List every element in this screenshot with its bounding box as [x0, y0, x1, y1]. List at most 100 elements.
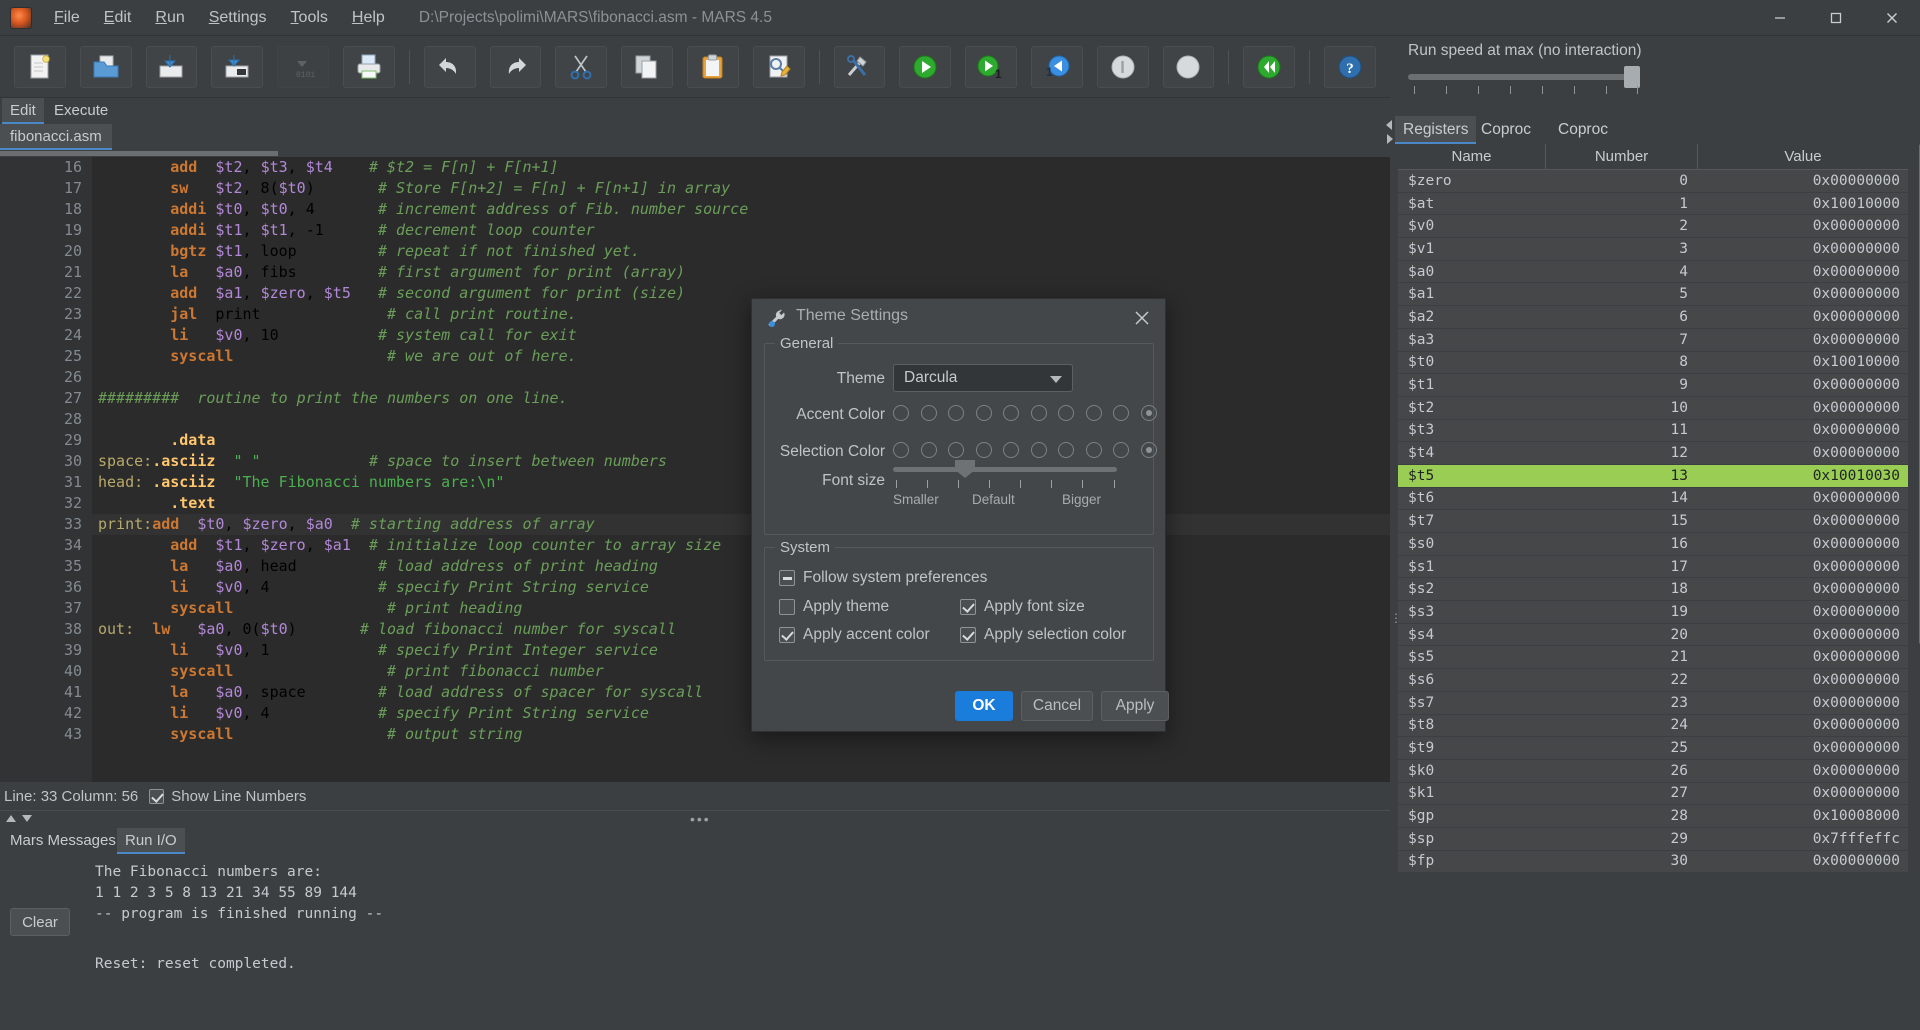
close-icon[interactable]: [1864, 0, 1920, 36]
color-radio-option[interactable]: [975, 442, 992, 458]
code-line[interactable]: li $v0, 4 # specify Print String service: [92, 577, 1390, 598]
splitter-down-arrow-icon[interactable]: [22, 815, 32, 822]
register-row[interactable]: $s7 23 0x00000000: [1398, 691, 1908, 715]
apply-accent-color-checkbox[interactable]: [779, 627, 795, 643]
code-line[interactable]: print:add $t0, $zero, $a0 # starting add…: [92, 514, 1390, 535]
register-row[interactable]: $v1 3 0x00000000: [1398, 238, 1908, 261]
cut-icon[interactable]: [555, 45, 608, 88]
font-size-slider-track[interactable]: [893, 467, 1117, 472]
copy-icon[interactable]: [621, 45, 673, 88]
color-radio-option[interactable]: [920, 442, 937, 458]
clear-button[interactable]: Clear: [10, 908, 70, 936]
register-row[interactable]: $s0 16 0x00000000: [1398, 533, 1908, 556]
code-line[interactable]: li $v0, 1 # specify Print Integer servic…: [92, 640, 1390, 661]
splitter-up-arrow-icon[interactable]: [6, 815, 16, 822]
register-row[interactable]: $t9 25 0x00000000: [1398, 737, 1908, 760]
chevron-down-icon[interactable]: [1050, 376, 1062, 383]
undo-icon[interactable]: [423, 45, 476, 88]
code-line[interactable]: addi $t1, $t1, -1 # decrement loop count…: [92, 220, 1390, 241]
editor-top-scrollbar[interactable]: [0, 150, 1390, 157]
register-row[interactable]: $t5 13 0x10010030: [1398, 464, 1908, 488]
apply-button[interactable]: Apply: [1101, 691, 1169, 721]
assemble-icon[interactable]: [833, 45, 886, 88]
register-row[interactable]: $t2 10 0x00000000: [1398, 396, 1908, 420]
code-line[interactable]: la $a0, head # load address of print hea…: [92, 556, 1390, 577]
code-line[interactable]: add $t2, $t3, $t4 # $t2 = F[n] + F[n+1]: [92, 157, 1390, 178]
color-radio-option[interactable]: [1085, 405, 1102, 421]
register-row[interactable]: $sp 29 0x7fffeffc: [1398, 827, 1908, 851]
panel-splitter[interactable]: •••: [0, 810, 1390, 826]
save-file-icon[interactable]: [145, 45, 198, 88]
color-radio-option[interactable]: [1030, 442, 1047, 458]
theme-select[interactable]: Darcula: [893, 364, 1073, 392]
print-icon[interactable]: [342, 45, 395, 88]
step-forward-icon[interactable]: 1: [965, 45, 1017, 88]
color-radio-option[interactable]: [948, 442, 964, 458]
code-text-area[interactable]: add $t2, $t3, $t4 # $t2 = F[n] + F[n+1] …: [92, 157, 1390, 782]
register-row[interactable]: $t6 14 0x00000000: [1398, 487, 1908, 511]
code-line[interactable]: head: .asciiz "The Fibonacci numbers are…: [92, 472, 1390, 493]
register-row[interactable]: $a0 4 0x00000000: [1398, 260, 1908, 284]
paste-icon[interactable]: [686, 45, 739, 88]
register-row[interactable]: $s1 17 0x00000000: [1398, 555, 1908, 579]
column-header-value[interactable]: Value: [1698, 144, 1908, 169]
color-radio-option[interactable]: [975, 405, 992, 421]
register-row[interactable]: $k0 26 0x00000000: [1398, 759, 1908, 783]
register-row[interactable]: $a1 5 0x00000000: [1398, 283, 1908, 307]
code-line[interactable]: .text: [92, 493, 1390, 514]
code-line[interactable]: ######### routine to print the numbers o…: [92, 388, 1390, 409]
run-icon[interactable]: [899, 45, 952, 88]
color-radio-option[interactable]: [893, 405, 909, 421]
register-row[interactable]: $t7 15 0x00000000: [1398, 510, 1908, 533]
code-line[interactable]: sw $t2, 8($t0) # Store F[n+2] = F[n] + F…: [92, 178, 1390, 199]
dump-memory-icon[interactable]: 0101: [277, 45, 329, 88]
tab-execute[interactable]: Execute: [46, 98, 116, 124]
apply-selection-color-checkbox[interactable]: [960, 627, 976, 643]
column-header-name[interactable]: Name: [1398, 144, 1546, 169]
menu-run[interactable]: Run: [143, 5, 196, 31]
step-backward-icon[interactable]: 1: [1030, 45, 1083, 88]
open-file-icon[interactable]: [79, 45, 132, 88]
code-line[interactable]: la $a0, fibs # first argument for print …: [92, 262, 1390, 283]
run-speed-slider-knob[interactable]: [1624, 66, 1640, 88]
color-radio-option[interactable]: [1140, 442, 1157, 458]
new-file-icon[interactable]: [14, 45, 66, 88]
apply-theme-checkbox[interactable]: [779, 599, 795, 615]
stop-icon[interactable]: [1162, 45, 1215, 88]
save-as-icon[interactable]: [211, 45, 264, 88]
follow-system-preferences-checkbox[interactable]: [779, 570, 795, 586]
register-row[interactable]: $s6 22 0x00000000: [1398, 669, 1908, 692]
accent-color-options[interactable]: [893, 405, 1157, 421]
code-line[interactable]: li $v0, 4 # specify Print String service: [92, 703, 1390, 724]
code-line[interactable]: space:.asciiz " " # space to insert betw…: [92, 451, 1390, 472]
code-line[interactable]: jal print # call print routine.: [92, 304, 1390, 325]
code-line[interactable]: syscall # output string: [92, 724, 1390, 745]
color-radio-option[interactable]: [1058, 442, 1074, 458]
color-radio-option[interactable]: [1003, 405, 1019, 421]
color-radio-option[interactable]: [1030, 405, 1047, 421]
register-row[interactable]: $t3 11 0x00000000: [1398, 419, 1908, 443]
register-row[interactable]: $v0 2 0x00000000: [1398, 215, 1908, 239]
code-line[interactable]: bgtz $t1, loop # repeat if not finished …: [92, 241, 1390, 262]
code-line[interactable]: add $a1, $zero, $t5 # second argument fo…: [92, 283, 1390, 304]
collapse-left-arrow-icon[interactable]: [1386, 120, 1392, 130]
tab-coproc1[interactable]: Coproc 1: [1473, 116, 1539, 166]
code-line[interactable]: [92, 367, 1390, 388]
reset-icon[interactable]: [1243, 45, 1296, 88]
menu-settings[interactable]: Settings: [197, 5, 279, 31]
register-row[interactable]: $t0 8 0x10010000: [1398, 351, 1908, 375]
register-row[interactable]: $s3 19 0x00000000: [1398, 601, 1908, 624]
ok-button[interactable]: OK: [955, 691, 1013, 721]
code-line[interactable]: [92, 409, 1390, 430]
color-radio-option[interactable]: [1085, 442, 1102, 458]
maximize-icon[interactable]: [1808, 0, 1864, 36]
register-row[interactable]: $s4 20 0x00000000: [1398, 623, 1908, 647]
code-line[interactable]: syscall # print fibonacci number: [92, 661, 1390, 682]
run-speed-slider-track[interactable]: [1408, 74, 1640, 80]
apply-font-size-checkbox[interactable]: [960, 599, 976, 615]
register-row[interactable]: $a2 6 0x00000000: [1398, 306, 1908, 329]
column-header-number[interactable]: Number: [1546, 144, 1698, 169]
find-replace-icon[interactable]: [752, 45, 805, 88]
color-radio-option[interactable]: [1113, 405, 1129, 421]
register-row[interactable]: $t1 9 0x00000000: [1398, 374, 1908, 397]
